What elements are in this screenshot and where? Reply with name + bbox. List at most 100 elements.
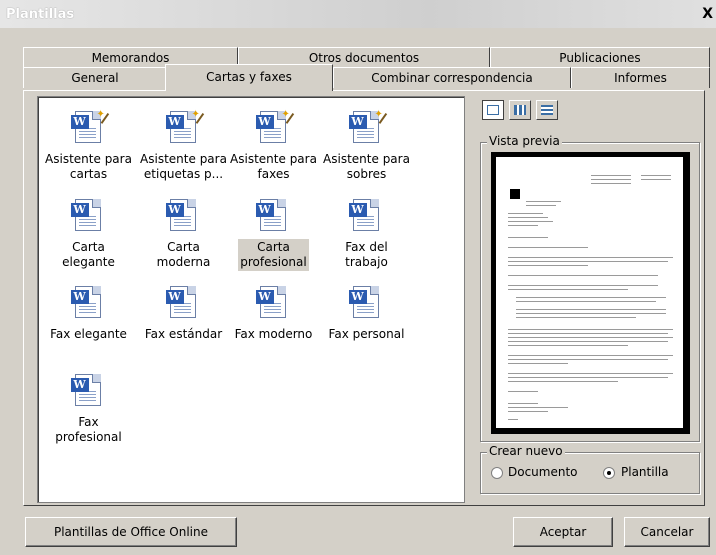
- template-label: Carta moderna: [156, 240, 211, 269]
- preview-text-line: [508, 285, 658, 286]
- preview-text-line: [508, 221, 553, 222]
- template-item[interactable]: W Fax profesional: [41, 372, 136, 446]
- preview-text-line: [508, 237, 548, 238]
- word-wizard-icon: W ✦: [255, 106, 294, 147]
- preview-text-line: [508, 329, 673, 330]
- preview-text-line: [508, 333, 668, 334]
- word-document-icon: W: [348, 197, 385, 235]
- preview-text-line: [508, 363, 568, 364]
- preview-text-line: [641, 179, 671, 180]
- word-document-icon: W: [165, 197, 202, 235]
- preview-text-line: [508, 289, 628, 290]
- template-label: Asistente para etiquetas p...: [140, 152, 227, 181]
- template-label: Asistente para faxes: [230, 152, 317, 181]
- template-item[interactable]: W Carta profesional: [226, 197, 321, 271]
- close-icon[interactable]: X: [702, 6, 713, 22]
- tab-publicaciones[interactable]: Publicaciones: [490, 47, 710, 68]
- template-label: Carta elegante: [62, 240, 115, 269]
- create-new-legend: Crear nuevo: [487, 444, 565, 458]
- template-item[interactable]: W Fax del trabajo: [319, 197, 414, 271]
- radio-plantilla-label: Plantilla: [621, 465, 669, 479]
- preview-pane: [491, 152, 690, 434]
- preview-text-line: [508, 337, 673, 338]
- template-item[interactable]: W ✦ Asistente para faxes: [226, 106, 321, 183]
- office-online-templates-button[interactable]: Plantillas de Office Online: [25, 517, 237, 547]
- preview-text-line: [508, 217, 548, 218]
- preview-text-line: [508, 419, 518, 420]
- preview-text-line: [591, 183, 631, 184]
- template-item[interactable]: W ✦ Asistente para etiquetas p...: [136, 106, 231, 183]
- template-label: Fax elegante: [50, 327, 127, 341]
- preview-text-line: [508, 257, 673, 258]
- word-document-icon: W: [255, 197, 292, 235]
- template-item[interactable]: W Fax estándar: [136, 284, 231, 343]
- accept-button[interactable]: Aceptar: [513, 517, 613, 547]
- tab-cartas-y-faxes[interactable]: Cartas y faxes: [165, 64, 333, 91]
- word-wizard-icon: W ✦: [348, 106, 387, 147]
- details-view-icon[interactable]: [536, 100, 558, 120]
- preview-text-line: [516, 313, 666, 314]
- radio-documento[interactable]: [491, 467, 503, 479]
- radio-plantilla[interactable]: [603, 467, 615, 479]
- title-bar: Plantillas X: [0, 0, 716, 28]
- preview-text-line: [516, 297, 666, 298]
- template-item[interactable]: W Fax elegante: [41, 284, 136, 343]
- preview-text-line: [508, 377, 668, 378]
- preview-text-line: [591, 175, 631, 176]
- template-label: Fax del trabajo: [345, 240, 388, 269]
- preview-logo-icon: [510, 189, 520, 199]
- word-document-icon: W: [348, 284, 385, 322]
- window-title: Plantillas: [6, 7, 75, 22]
- preview-text-line: [526, 201, 561, 202]
- preview-text-line: [591, 179, 631, 180]
- template-item[interactable]: W Carta moderna: [136, 197, 231, 271]
- template-item[interactable]: W ✦ Asistente para cartas: [41, 106, 136, 183]
- word-document-icon: W: [70, 284, 107, 322]
- radio-documento-label: Documento: [508, 465, 578, 479]
- preview-text-line: [508, 213, 543, 214]
- template-label: Fax personal: [328, 327, 405, 341]
- template-item[interactable]: W ✦ Asistente para sobres: [319, 106, 414, 183]
- word-document-icon: W: [165, 284, 202, 322]
- preview-text-line: [508, 261, 668, 262]
- preview-legend: Vista previa: [487, 134, 562, 148]
- preview-text-line: [508, 403, 538, 404]
- template-item[interactable]: W Carta elegante: [41, 197, 136, 271]
- preview-text-line: [508, 247, 588, 248]
- word-document-icon: W: [255, 284, 292, 322]
- preview-text-line: [516, 317, 636, 318]
- preview-text-line: [508, 345, 628, 346]
- word-wizard-icon: W ✦: [165, 106, 204, 147]
- preview-text-line: [508, 265, 588, 266]
- letter-preview-page: [496, 157, 683, 428]
- template-label: Fax moderno: [234, 327, 313, 341]
- template-label: Fax profesional: [55, 415, 122, 444]
- word-document-icon: W: [70, 372, 107, 410]
- template-list[interactable]: W ✦ Asistente para cartas W ✦ Asistente para et…: [37, 96, 465, 503]
- preview-text-line: [516, 301, 656, 302]
- template-label: Fax estándar: [144, 327, 223, 341]
- preview-text-line: [508, 381, 618, 382]
- list-view-icon[interactable]: [509, 100, 531, 120]
- preview-text-line: [516, 309, 666, 310]
- preview-text-line: [508, 391, 538, 392]
- preview-text-line: [508, 411, 548, 412]
- cancel-button[interactable]: Cancelar: [624, 517, 710, 547]
- tab-informes[interactable]: Informes: [571, 67, 710, 88]
- template-label: Asistente para cartas: [45, 152, 132, 181]
- preview-text-line: [508, 355, 673, 356]
- preview-text-line: [641, 175, 671, 176]
- template-label: Carta profesional: [238, 239, 309, 271]
- tab-combinar-correspondencia[interactable]: Combinar correspondencia: [333, 67, 571, 88]
- template-label: Asistente para sobres: [323, 152, 410, 181]
- template-item[interactable]: W Fax moderno: [226, 284, 321, 343]
- template-item[interactable]: W Fax personal: [319, 284, 414, 343]
- preview-text-line: [508, 359, 668, 360]
- preview-text-line: [526, 205, 556, 206]
- preview-text-line: [508, 275, 658, 276]
- preview-text-line: [508, 407, 568, 408]
- large-icons-view-icon[interactable]: [482, 100, 504, 120]
- word-wizard-icon: W ✦: [70, 106, 109, 147]
- tab-general[interactable]: General: [23, 67, 167, 88]
- word-document-icon: W: [70, 197, 107, 235]
